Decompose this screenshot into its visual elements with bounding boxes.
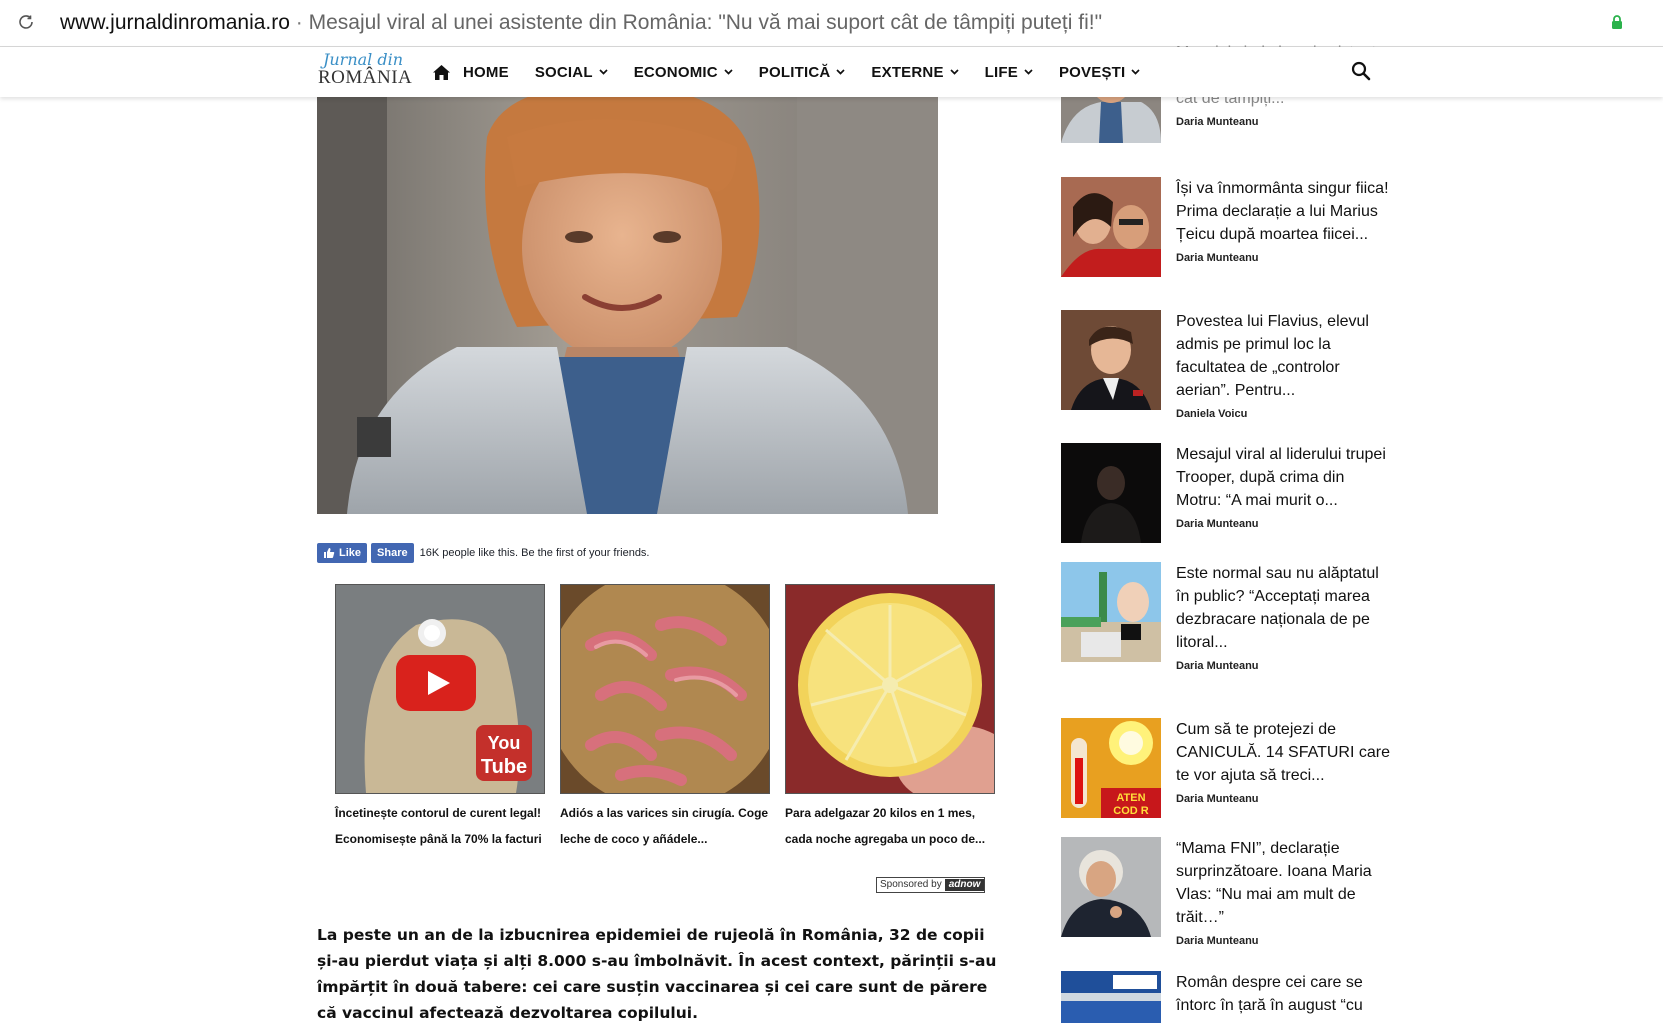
site-logo[interactable]: Jurnal din ROMÂNIA bbox=[318, 50, 413, 92]
url-separator: · bbox=[289, 11, 309, 34]
thumbs-up-icon bbox=[324, 548, 335, 558]
ad-thumbnail[interactable] bbox=[560, 584, 770, 794]
main-nav: HOME SOCIAL ECONOMIC POLITICĂ EXTERNE LI… bbox=[432, 47, 1166, 97]
ad-caption-line: Para adelgazar 20 kilos en 1 mes, bbox=[785, 806, 976, 820]
sidebar-thumbnail[interactable] bbox=[1061, 310, 1161, 410]
ad-caption-line: Adiós a las varices sin cirugía. Coge bbox=[560, 806, 769, 820]
sidebar-author[interactable]: Daria Munteanu bbox=[1176, 252, 1391, 264]
nav-politica-label: POLITICĂ bbox=[758, 63, 831, 81]
ad-caption[interactable]: Încetinește contorul de curent legal! Ec… bbox=[335, 800, 545, 852]
logo-line2: ROMÂNIA bbox=[318, 67, 413, 88]
facebook-like-label: Like bbox=[339, 547, 362, 559]
ad-caption[interactable]: Adiós a las varices sin cirugía. Coge le… bbox=[560, 800, 770, 852]
nav-povesti[interactable]: POVEȘTI bbox=[1059, 64, 1140, 81]
nav-life[interactable]: LIFE bbox=[985, 64, 1033, 81]
nav-economic-label: ECONOMIC bbox=[633, 63, 718, 81]
sidebar-title[interactable]: “Mama FNI”, declarație surprinzătoare. I… bbox=[1176, 837, 1391, 929]
article-hero-image bbox=[317, 97, 938, 514]
sidebar-title[interactable]: Cum să te protejezi de CANICULĂ. 14 SFAT… bbox=[1176, 718, 1391, 787]
ad-caption-line: cada noche agregaba un poco de... bbox=[785, 832, 986, 846]
sidebar-text: Cum să te protejezi de CANICULĂ. 14 SFAT… bbox=[1176, 718, 1391, 805]
sidebar-text: Povestea lui Flavius, elevul admis pe pr… bbox=[1176, 310, 1391, 420]
sponsored-ad-1[interactable]: You Tube Încetinește contorul de curent … bbox=[335, 584, 545, 852]
chevron-down-icon bbox=[724, 69, 733, 75]
ad-thumbnail[interactable]: You Tube bbox=[335, 584, 545, 794]
sidebar-author[interactable]: Daria Munteanu bbox=[1176, 935, 1391, 947]
nav-home[interactable]: HOME bbox=[432, 64, 509, 81]
sidebar-title[interactable]: Își va înmormânta singur fiica! Prima de… bbox=[1176, 177, 1391, 246]
svg-text:You: You bbox=[488, 733, 521, 753]
ad-image-meat bbox=[561, 585, 769, 793]
ad-caption[interactable]: Para adelgazar 20 kilos en 1 mes, cada n… bbox=[785, 800, 995, 852]
sidebar-thumbnail[interactable]: ATEN COD R bbox=[1061, 718, 1161, 818]
sidebar-title[interactable]: Povestea lui Flavius, elevul admis pe pr… bbox=[1176, 310, 1391, 402]
nav-social-label: SOCIAL bbox=[534, 63, 593, 81]
logo-line1: Jurnal din bbox=[322, 50, 404, 69]
url-domain: www.jurnaldinromania.ro bbox=[60, 11, 290, 34]
sponsored-by-badge[interactable]: Sponsored by adnow bbox=[876, 877, 986, 893]
facebook-like-button[interactable]: Like bbox=[317, 543, 368, 563]
lock-icon bbox=[1612, 15, 1622, 29]
nav-economic[interactable]: ECONOMIC bbox=[634, 64, 733, 81]
sidebar-thumbnail[interactable] bbox=[1061, 562, 1161, 662]
facebook-like-bar: Like Share 16K people like this. Be the … bbox=[317, 543, 650, 563]
reload-icon[interactable] bbox=[16, 12, 36, 32]
adnow-logo: adnow bbox=[944, 879, 985, 891]
sidebar-title[interactable]: Român despre cei care se întorc în țară … bbox=[1176, 971, 1391, 1017]
search-icon[interactable] bbox=[1351, 61, 1371, 81]
sponsored-label: Sponsored by bbox=[877, 879, 945, 891]
sidebar-title[interactable]: Mesajul viral al liderului trupei Troope… bbox=[1176, 443, 1391, 512]
home-icon bbox=[433, 64, 450, 80]
nav-social[interactable]: SOCIAL bbox=[535, 64, 608, 81]
svg-text:ATEN: ATEN bbox=[1116, 792, 1145, 804]
facebook-share-label: Share bbox=[377, 547, 408, 559]
page-title: Mesajul viral al unei asistente din Româ… bbox=[308, 11, 1103, 34]
sidebar-thumbnail[interactable] bbox=[1061, 971, 1161, 1023]
sidebar-thumbnail[interactable] bbox=[1061, 443, 1161, 543]
facebook-share-button[interactable]: Share bbox=[371, 543, 414, 563]
nav-politica[interactable]: POLITICĂ bbox=[759, 64, 846, 81]
sponsored-ad-3[interactable]: Para adelgazar 20 kilos en 1 mes, cada n… bbox=[785, 584, 995, 852]
article-lead: La peste un an de la izbucnirea epidemie… bbox=[317, 926, 997, 1022]
sidebar-text: Își va înmormânta singur fiica! Prima de… bbox=[1176, 177, 1391, 264]
sidebar-author[interactable]: Daria Munteanu bbox=[1176, 660, 1391, 672]
sidebar-title[interactable]: Este normal sau nu alăptatul în public? … bbox=[1176, 562, 1391, 654]
article-photo bbox=[317, 97, 938, 514]
ad-image-lemon bbox=[786, 585, 994, 793]
sidebar-author[interactable]: Daria Munteanu bbox=[1176, 518, 1391, 530]
ad-thumbnail[interactable] bbox=[785, 584, 995, 794]
svg-text:COD R: COD R bbox=[1113, 805, 1149, 817]
browser-address-bar: www.jurnaldinromania.ro · Mesajul viral … bbox=[0, 0, 1663, 47]
facebook-social-text: 16K people like this. Be the first of yo… bbox=[419, 547, 650, 559]
nav-externe-label: EXTERNE bbox=[871, 63, 944, 81]
sidebar-author[interactable]: Daniela Voicu bbox=[1176, 408, 1391, 420]
sidebar-text: Este normal sau nu alăptatul în public? … bbox=[1176, 562, 1391, 672]
ad-caption-line: leche de coco y añádele... bbox=[560, 832, 708, 846]
sidebar-text: “Mama FNI”, declarație surprinzătoare. I… bbox=[1176, 837, 1391, 947]
chevron-down-icon bbox=[599, 69, 608, 75]
ad-video-image: You Tube bbox=[336, 585, 544, 793]
sidebar-thumbnail[interactable] bbox=[1061, 837, 1161, 937]
ad-caption-line: Încetinește contorul de curent legal! bbox=[335, 806, 542, 820]
url-field[interactable]: www.jurnaldinromania.ro · Mesajul viral … bbox=[60, 10, 1102, 36]
sidebar-author[interactable]: Daria Munteanu bbox=[1176, 793, 1391, 805]
chevron-down-icon bbox=[836, 69, 846, 75]
chevron-down-icon bbox=[950, 69, 959, 75]
svg-text:Tube: Tube bbox=[481, 756, 527, 778]
sidebar-text: Mesajul viral al liderului trupei Troope… bbox=[1176, 443, 1391, 530]
nav-externe[interactable]: EXTERNE bbox=[871, 63, 959, 81]
chevron-down-icon bbox=[1131, 69, 1140, 75]
sidebar-thumbnail[interactable] bbox=[1061, 177, 1161, 277]
nav-life-label: LIFE bbox=[984, 63, 1018, 81]
ad-caption-line: Economisește până la 70% la facturi bbox=[335, 832, 542, 846]
chevron-down-icon bbox=[1024, 69, 1033, 75]
nav-home-label: HOME bbox=[463, 63, 509, 81]
sidebar-text: Român despre cei care se întorc în țară … bbox=[1176, 971, 1391, 1017]
nav-povesti-label: POVEȘTI bbox=[1058, 63, 1126, 81]
sponsored-ad-2[interactable]: Adiós a las varices sin cirugía. Coge le… bbox=[560, 584, 770, 852]
sidebar-author[interactable]: Daria Munteanu bbox=[1176, 116, 1391, 128]
site-header: Jurnal din ROMÂNIA HOME SOCIAL ECONOMIC … bbox=[0, 47, 1663, 97]
